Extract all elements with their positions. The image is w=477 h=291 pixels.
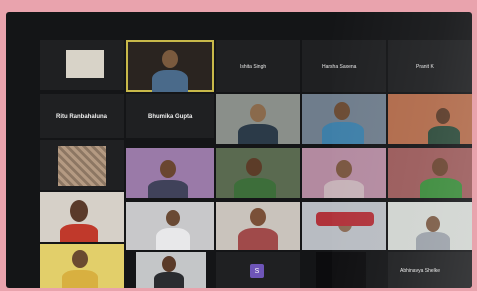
participant-body	[154, 272, 184, 288]
participant-tile-name-only[interactable]: Harsha Saxena	[302, 40, 386, 92]
participant-tile-name-only[interactable]: Bhumika Gupta	[126, 94, 214, 138]
participant-body	[322, 122, 364, 144]
participant-body	[60, 224, 98, 242]
participant-body	[324, 180, 364, 198]
participant-tile-avatar[interactable]: S	[216, 252, 300, 288]
participant-video-tile[interactable]	[126, 148, 214, 198]
participant-face	[250, 104, 266, 122]
participant-face	[336, 160, 352, 178]
participant-tile-active-speaker[interactable]	[126, 40, 214, 92]
participant-video-tile[interactable]	[126, 202, 214, 250]
participant-body	[156, 228, 190, 250]
participant-tile-name-only[interactable]: Pranit K	[388, 40, 472, 92]
participant-video-tile[interactable]	[216, 202, 300, 250]
participant-face	[162, 50, 178, 68]
participant-face	[250, 208, 266, 226]
participant-body	[234, 178, 276, 198]
participant-tile-name-only[interactable]: Abhinavya Shelke	[388, 252, 472, 288]
participant-name: Harsha Saxena	[322, 64, 357, 70]
participant-body	[238, 124, 278, 144]
participant-video-tile[interactable]	[302, 202, 386, 250]
video-conference-screen: Ishita Singh Harsha Saxena Pranit K Ritu…	[6, 12, 472, 288]
participant-name: Ritu Ranbahaluna	[56, 114, 108, 120]
participant-tile-name-only[interactable]: Ritu Ranbahaluna	[40, 94, 124, 138]
participant-face	[334, 102, 350, 120]
participant-face	[160, 160, 176, 178]
participant-body	[152, 70, 188, 92]
participant-face	[426, 216, 440, 232]
participant-video-tile[interactable]	[40, 244, 124, 288]
participant-body	[316, 212, 374, 226]
participant-tile-name-only[interactable]: Ishita Singh	[216, 40, 300, 92]
participant-name: Abhinavya Shelke	[400, 268, 441, 274]
participant-video-tile[interactable]	[302, 148, 386, 198]
participant-body	[62, 270, 98, 288]
participant-face	[436, 108, 450, 124]
participant-tile-camera-off[interactable]	[316, 252, 366, 288]
participant-name: Ishita Singh	[240, 64, 267, 70]
participant-name: Bhumika Gupta	[148, 114, 193, 120]
participant-video-tile[interactable]	[388, 148, 472, 198]
participant-body	[428, 126, 460, 144]
participant-video-tile[interactable]	[388, 202, 472, 250]
participant-video-tile[interactable]	[136, 252, 206, 288]
participant-body	[416, 232, 450, 250]
participant-face	[162, 256, 176, 272]
participant-body	[238, 228, 278, 250]
participant-body	[148, 180, 188, 198]
participant-face	[72, 250, 88, 268]
participant-video-tile[interactable]	[216, 148, 300, 198]
participant-tile-pattern[interactable]	[40, 140, 124, 190]
participant-face	[166, 210, 180, 226]
participant-video-tile[interactable]	[302, 94, 386, 144]
participant-face	[246, 158, 262, 176]
participant-name: Pranit K	[416, 64, 434, 70]
participant-face	[432, 158, 448, 176]
participant-background-image	[58, 146, 106, 186]
participant-tile-screen-share[interactable]	[40, 40, 124, 90]
participant-avatar: S	[250, 264, 264, 278]
participant-video-tile[interactable]	[216, 94, 300, 144]
participant-video-tile[interactable]	[388, 94, 472, 144]
participant-body	[420, 178, 462, 198]
participant-face	[70, 200, 88, 222]
participant-video-tile[interactable]	[40, 192, 124, 242]
shared-document	[66, 50, 104, 78]
